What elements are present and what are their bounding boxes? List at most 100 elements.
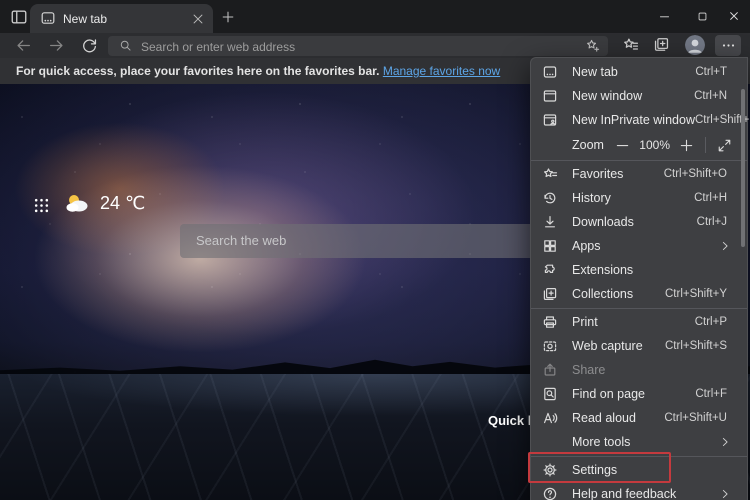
- new-tab-page-icon: [40, 10, 56, 26]
- address-bar[interactable]: Search or enter web address: [108, 36, 608, 56]
- weather-widget[interactable]: 24 ℃: [64, 192, 145, 214]
- menu-item-shortcut: Ctrl+J: [697, 216, 727, 228]
- extensions-icon: [542, 262, 558, 278]
- history-icon: [542, 190, 558, 206]
- partly-cloudy-icon: [64, 192, 92, 214]
- fullscreen-icon[interactable]: [717, 138, 732, 153]
- menu-item-new-tab[interactable]: New tabCtrl+T: [531, 60, 747, 84]
- close-icon: [728, 10, 740, 22]
- app-launcher-icon[interactable]: [33, 197, 50, 214]
- zoom-in-icon[interactable]: [679, 138, 694, 153]
- print-icon: [542, 314, 558, 330]
- menu-item-label: Collections: [572, 287, 665, 301]
- web-capture-icon: [542, 338, 558, 354]
- menu-item-favorites[interactable]: FavoritesCtrl+Shift+O: [531, 162, 747, 186]
- menu-separator: [531, 308, 747, 309]
- add-favorite-icon[interactable]: [585, 38, 600, 53]
- find-on-page-icon: [542, 386, 558, 402]
- help-icon: [542, 486, 558, 500]
- zoom-out-icon[interactable]: [615, 138, 630, 153]
- menu-separator: [531, 456, 747, 457]
- zoom-value: 100%: [639, 138, 670, 152]
- menu-item-shortcut: Ctrl+Shift+U: [664, 412, 727, 424]
- menu-item-extensions[interactable]: Extensions: [531, 258, 747, 282]
- menu-item-read-aloud[interactable]: Read aloudCtrl+Shift+U: [531, 406, 747, 430]
- favorites-bar-message: For quick access, place your favorites h…: [16, 64, 500, 78]
- web-search-placeholder: Search the web: [196, 233, 286, 248]
- menu-item-label: New tab: [572, 65, 695, 79]
- menu-item-collections[interactable]: CollectionsCtrl+Shift+Y: [531, 282, 747, 306]
- window-close-button[interactable]: [722, 4, 746, 28]
- favorites-icon[interactable]: [622, 36, 639, 53]
- menu-item-web-capture[interactable]: Web captureCtrl+Shift+S: [531, 334, 747, 358]
- menu-item-label: New window: [572, 89, 694, 103]
- manage-favorites-link[interactable]: Manage favorites now: [383, 64, 500, 78]
- menu-item-more-tools[interactable]: More tools: [531, 430, 747, 454]
- window-minimize-button[interactable]: [652, 4, 676, 28]
- favorites-icon: [542, 166, 558, 182]
- menu-item-label: New InPrivate window: [572, 113, 695, 127]
- menu-item-label: Favorites: [572, 167, 664, 181]
- menu-item-label: Print: [572, 315, 695, 329]
- browser-tab[interactable]: New tab: [30, 4, 213, 33]
- menu-item-shortcut: Ctrl+F: [695, 388, 727, 400]
- window-maximize-button[interactable]: [690, 4, 714, 28]
- menu-item-label: Apps: [572, 239, 719, 253]
- zoom-label: Zoom: [572, 138, 610, 152]
- menu-item-shortcut: Ctrl+Shift+O: [664, 168, 727, 180]
- menu-icon-spacer: [542, 434, 558, 450]
- settings-icon: [542, 462, 558, 478]
- menu-item-label: Share: [572, 363, 733, 377]
- menu-item-settings[interactable]: Settings: [531, 458, 747, 482]
- menu-scrollbar-thumb[interactable]: [741, 89, 745, 247]
- read-aloud-icon: [542, 410, 558, 426]
- context-menu: New tabCtrl+TNew windowCtrl+NNew InPriva…: [530, 57, 748, 500]
- menu-item-share: Share: [531, 358, 747, 382]
- tab-title: New tab: [63, 12, 107, 26]
- zoom-divider: [705, 137, 706, 153]
- submenu-arrow-icon: [719, 488, 731, 500]
- context-menu-list: New tabCtrl+TNew windowCtrl+NNew InPriva…: [531, 60, 747, 500]
- temperature-label: 24 ℃: [100, 193, 145, 214]
- menu-item-shortcut: Ctrl+Shift+S: [665, 340, 727, 352]
- menu-item-label: Find on page: [572, 387, 695, 401]
- menu-item-print[interactable]: PrintCtrl+P: [531, 310, 747, 334]
- menu-item-label: More tools: [572, 435, 719, 449]
- search-icon: [119, 39, 132, 52]
- menu-item-label: Web capture: [572, 339, 665, 353]
- tab-actions-menu-icon[interactable]: [10, 8, 28, 26]
- menu-item-zoom: Zoom 100%: [531, 132, 747, 158]
- new-tab-icon: [542, 64, 558, 80]
- submenu-arrow-icon: [719, 436, 731, 448]
- refresh-icon[interactable]: [81, 37, 98, 54]
- minimize-icon: [659, 11, 670, 22]
- ellipsis-icon: [721, 38, 736, 53]
- profile-avatar[interactable]: [685, 35, 705, 55]
- menu-item-help-and-feedback[interactable]: Help and feedback: [531, 482, 747, 500]
- tab-close-icon[interactable]: [191, 12, 205, 26]
- menu-item-history[interactable]: HistoryCtrl+H: [531, 186, 747, 210]
- apps-icon: [542, 238, 558, 254]
- new-window-icon: [542, 88, 558, 104]
- web-search-box[interactable]: Search the web: [180, 224, 540, 258]
- menu-item-label: Help and feedback: [572, 487, 719, 500]
- menu-item-label: Read aloud: [572, 411, 664, 425]
- menu-item-apps[interactable]: Apps: [531, 234, 747, 258]
- menu-item-find-on-page[interactable]: Find on pageCtrl+F: [531, 382, 747, 406]
- submenu-arrow-icon: [719, 240, 731, 252]
- menu-item-downloads[interactable]: DownloadsCtrl+J: [531, 210, 747, 234]
- new-tab-button[interactable]: [221, 10, 235, 24]
- menu-item-shortcut: Ctrl+T: [695, 66, 727, 78]
- menu-item-shortcut: Ctrl+H: [694, 192, 727, 204]
- collections-icon: [542, 286, 558, 302]
- forward-icon[interactable]: [48, 37, 65, 54]
- menu-item-new-window[interactable]: New windowCtrl+N: [531, 84, 747, 108]
- settings-and-more-button[interactable]: [715, 35, 741, 56]
- share-icon: [542, 362, 558, 378]
- menu-item-new-inprivate-window[interactable]: New InPrivate windowCtrl+Shift+N: [531, 108, 747, 132]
- collections-icon[interactable]: [653, 36, 670, 53]
- menu-item-label: Extensions: [572, 263, 733, 277]
- menu-item-shortcut: Ctrl+Shift+Y: [665, 288, 727, 300]
- tab-strip: New tab: [0, 0, 750, 33]
- back-icon[interactable]: [15, 37, 32, 54]
